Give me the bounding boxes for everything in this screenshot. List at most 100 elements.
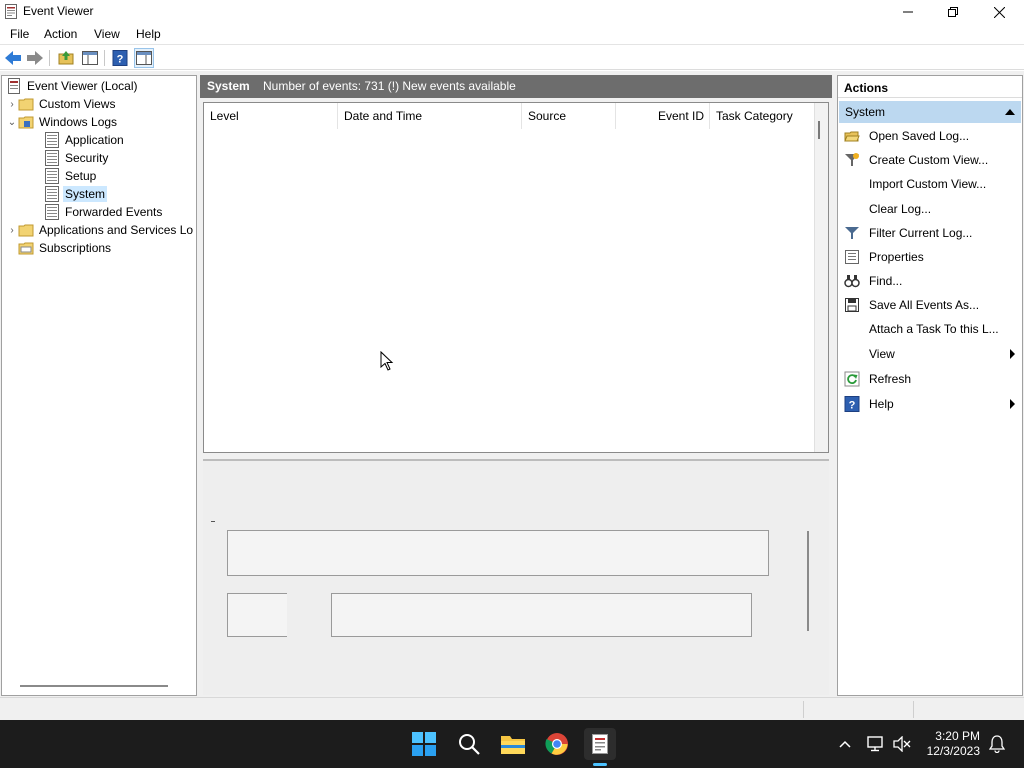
- action-save-all-events-as[interactable]: Save All Events As...: [838, 294, 1022, 316]
- action-label: Import Custom View...: [869, 177, 987, 191]
- chevron-down-icon[interactable]: ⌄: [6, 117, 18, 128]
- actions-title: Actions: [844, 81, 889, 95]
- tree-item-application[interactable]: Application: [44, 131, 126, 149]
- show-action-pane-button[interactable]: [134, 48, 154, 68]
- show-hidden-icons-button[interactable]: [829, 728, 861, 760]
- filter-icon: [845, 227, 859, 239]
- center-pane: System Number of events: 731 (!) New eve…: [200, 75, 833, 696]
- action-label: Properties: [869, 250, 924, 264]
- detail-tab-marker: [211, 521, 215, 522]
- forward-button[interactable]: [25, 48, 45, 68]
- event-count: Number of events: 731 (!) New events ava…: [263, 79, 516, 93]
- help-toolbar-button[interactable]: ?: [110, 48, 130, 68]
- search-button[interactable]: [453, 728, 485, 760]
- action-import-custom-view[interactable]: Import Custom View...: [838, 173, 1022, 195]
- event-viewer-icon: [592, 734, 608, 754]
- tree-item-custom-views[interactable]: › Custom Views: [6, 95, 117, 113]
- start-button[interactable]: [408, 728, 440, 760]
- minimize-button[interactable]: [885, 0, 931, 24]
- actions-pane: Actions System Open Saved Log... Create …: [837, 75, 1023, 696]
- restore-button[interactable]: [930, 0, 976, 24]
- column-header-task-category[interactable]: Task Category: [710, 103, 810, 129]
- clock-date: 12/3/2023: [926, 744, 980, 758]
- minimize-icon: [903, 11, 913, 13]
- chevron-right-icon[interactable]: ›: [6, 225, 18, 236]
- console-tree-icon: [82, 51, 98, 65]
- tree-item-windows-logs[interactable]: ⌄ Windows Logs: [6, 113, 119, 131]
- network-icon: [867, 736, 883, 752]
- tree-item-event-viewer-local[interactable]: Event Viewer (Local): [6, 77, 140, 95]
- action-attach-task[interactable]: Attach a Task To this L...: [838, 318, 1022, 340]
- chevron-right-icon[interactable]: ›: [6, 99, 18, 110]
- notifications-button[interactable]: [981, 728, 1013, 760]
- log-icon: [45, 150, 59, 166]
- file-explorer-button[interactable]: [497, 728, 529, 760]
- action-properties[interactable]: Properties: [838, 246, 1022, 268]
- action-label: Refresh: [869, 372, 912, 386]
- tree-item-subscriptions[interactable]: Subscriptions: [6, 239, 113, 257]
- open-folder-icon: [844, 131, 860, 142]
- show-hide-tree-button[interactable]: [80, 48, 100, 68]
- menu-action[interactable]: Action: [44, 27, 77, 41]
- menu-help[interactable]: Help: [136, 27, 161, 41]
- submenu-arrow-icon: [1010, 349, 1015, 359]
- action-view[interactable]: View: [838, 343, 1022, 365]
- actions-header: Actions: [838, 76, 1022, 98]
- detail-field: [331, 593, 752, 637]
- filter-star-icon: [845, 153, 859, 166]
- save-icon: [845, 298, 859, 312]
- close-button[interactable]: [976, 0, 1022, 24]
- bell-icon: [989, 735, 1005, 753]
- log-icon: [45, 132, 59, 148]
- mouse-cursor-icon: [380, 351, 394, 371]
- log-icon: [45, 186, 59, 202]
- menu-bar: File Action View Help: [0, 24, 1024, 45]
- chrome-button[interactable]: [541, 728, 573, 760]
- action-open-saved-log[interactable]: Open Saved Log...: [838, 125, 1022, 147]
- tree-label: Event Viewer (Local): [27, 79, 138, 93]
- event-viewer-taskbar-button[interactable]: [584, 728, 616, 766]
- svg-text:?: ?: [117, 54, 124, 66]
- action-find[interactable]: Find...: [838, 270, 1022, 292]
- tree-item-security[interactable]: Security: [44, 149, 110, 167]
- column-header-level[interactable]: Level: [204, 103, 338, 129]
- tree-item-setup[interactable]: Setup: [44, 167, 98, 185]
- column-header-date-and-time[interactable]: Date and Time: [338, 103, 522, 129]
- submenu-arrow-icon: [1010, 399, 1015, 409]
- toolbar-separator: [104, 50, 105, 66]
- tree-item-system[interactable]: System: [44, 185, 108, 203]
- status-divider: [913, 701, 914, 718]
- tree-item-forwarded-events[interactable]: Forwarded Events: [44, 203, 164, 221]
- action-help[interactable]: ? Help: [838, 393, 1022, 415]
- column-header-event-id[interactable]: Event ID: [616, 103, 710, 129]
- action-filter-current-log[interactable]: Filter Current Log...: [838, 222, 1022, 244]
- grid-vertical-scrollbar[interactable]: [814, 103, 828, 452]
- menu-file[interactable]: File: [10, 27, 29, 41]
- action-create-custom-view[interactable]: Create Custom View...: [838, 149, 1022, 171]
- up-level-button[interactable]: [56, 48, 76, 68]
- forward-arrow-icon: [27, 51, 43, 65]
- scroll-thumb[interactable]: [818, 121, 820, 139]
- action-refresh[interactable]: Refresh: [838, 368, 1022, 390]
- tree-horizontal-scrollbar[interactable]: [20, 685, 168, 687]
- events-grid[interactable]: Level Date and Time Source Event ID Task…: [203, 102, 829, 453]
- detail-field: [227, 530, 769, 576]
- tree-label: Setup: [65, 169, 97, 183]
- folder-icon: [501, 736, 525, 754]
- refresh-icon: [844, 371, 860, 387]
- action-label: Attach a Task To this L...: [869, 322, 999, 336]
- tree-item-applications-and-services[interactable]: › Applications and Services Lo: [6, 221, 195, 239]
- menu-view[interactable]: View: [94, 27, 120, 41]
- back-button[interactable]: [3, 48, 23, 68]
- help-book-icon: ?: [112, 50, 128, 66]
- column-header-source[interactable]: Source: [522, 103, 616, 129]
- action-clear-log[interactable]: Clear Log...: [838, 198, 1022, 220]
- svg-text:?: ?: [849, 400, 856, 412]
- back-arrow-icon: [5, 51, 21, 65]
- action-label: Help: [869, 397, 894, 411]
- detail-vertical-scrollbar[interactable]: [807, 531, 809, 631]
- folder-icon: [18, 116, 34, 129]
- volume-button[interactable]: [886, 728, 918, 760]
- actions-section-system[interactable]: System: [839, 101, 1021, 123]
- clock[interactable]: 3:20 PM 12/3/2023: [927, 729, 980, 759]
